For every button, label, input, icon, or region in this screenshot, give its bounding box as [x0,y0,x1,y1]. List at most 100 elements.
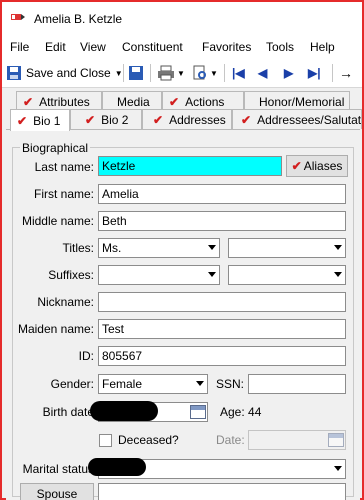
preview-button[interactable]: ▼ [192,62,218,84]
print-button[interactable]: ▼ [157,62,185,84]
spouse-button[interactable]: Spouse [20,483,94,500]
next-record-icon[interactable]: ▶ [284,62,293,84]
suffix2-select[interactable] [228,265,346,285]
arrow-right-icon[interactable]: → [339,62,353,84]
chevron-down-icon[interactable] [196,381,204,386]
menu-help[interactable]: Help [310,40,335,54]
tab-addresses[interactable]: ✔ Addresses [142,109,232,129]
calendar-icon[interactable] [328,433,344,447]
marital-status-label: Marital status [22,462,94,476]
check-icon: ✔ [153,112,164,127]
check-icon: ✔ [169,94,180,109]
maiden-name-field[interactable]: Test [98,319,346,339]
toolbar-separator [123,64,124,82]
toolbar-separator [332,64,333,82]
gender-value: Female [102,377,143,391]
save-and-close-label: Save and Close [26,66,111,80]
tab-media[interactable]: Media [102,91,162,111]
app-icon [11,14,25,20]
gender-label: Gender: [50,377,94,391]
tab-label: Honor/Memorial [259,94,345,109]
middle-name-field[interactable]: Beth [98,211,346,231]
previous-record-icon[interactable]: ◀ [258,62,267,84]
chevron-down-icon[interactable]: ▼ [210,69,218,78]
id-label: ID: [78,349,94,363]
first-name-field[interactable]: Amelia [98,184,346,204]
tab-honor-memorial[interactable]: Honor/Memorial [244,91,350,111]
tab-label: Bio 1 [33,113,61,128]
tab-label: Media [117,94,150,109]
record-window: Amelia B. Ketzle File Edit View Constitu… [0,0,364,500]
save-icon [7,66,21,80]
check-icon: ✔ [241,112,252,127]
date-label: Date: [216,433,245,447]
aliases-label: Aliases [303,159,343,173]
menu-tools[interactable]: Tools [266,40,294,54]
group-title: Biographical [20,141,91,155]
ssn-field[interactable] [248,374,346,394]
title2-select[interactable] [228,238,346,258]
toolbar-separator [224,64,225,82]
spouse-field[interactable] [98,483,346,500]
ssn-label: SSN: [216,377,245,391]
deceased-checkbox[interactable] [99,434,112,447]
titles-label: Titles: [62,241,94,255]
menu-view[interactable]: View [80,40,106,54]
toolbar-separator [150,64,151,82]
menu-edit[interactable]: Edit [45,40,66,54]
menu-constituent[interactable]: Constituent [122,40,183,54]
tab-actions[interactable]: ✔ Actions [162,91,244,111]
tab-label: Bio 2 [101,112,129,127]
print-preview-icon [193,65,206,80]
title1-select[interactable]: Ms. [98,238,220,258]
tab-attributes[interactable]: ✔ Attributes [16,91,102,111]
menu-favorites[interactable]: Favorites [202,40,251,54]
aliases-button[interactable]: ✔ Aliases [286,155,348,177]
chevron-down-icon[interactable] [208,245,216,250]
tab-bio-2[interactable]: ✔ Bio 2 [70,109,142,129]
calendar-icon[interactable] [190,405,206,419]
first-name-label: First name: [33,187,94,201]
chevron-down-icon[interactable] [334,245,342,250]
tab-label: Attributes [39,94,90,109]
check-icon: ✔ [23,94,34,109]
last-name-label: Last name: [34,160,94,174]
maiden-name-label: Maiden name: [17,322,94,336]
printer-icon [158,65,174,81]
chevron-down-icon[interactable]: ▼ [177,69,185,78]
tab-row-1: ✔ Attributes Media ✔ Actions Honor/Memoria… [2,91,362,111]
floppy-icon [129,66,143,80]
nickname-field[interactable] [98,292,346,312]
chevron-down-icon[interactable] [334,272,342,277]
check-icon: ✔ [17,113,28,128]
tab-row-2: ✔ Bio 1 ✔ Bio 2 ✔ Addresses ✔ Addressees/Sal… [2,109,362,131]
middle-name-label: Middle name: [21,214,94,228]
tab-label: Addresses [169,112,226,127]
last-name-field[interactable]: Ketzle [98,156,282,176]
menu-bar: File Edit View Constituent Favorites Too… [2,36,362,58]
redaction [88,458,146,476]
last-record-icon[interactable]: ▶| [308,62,321,84]
chevron-down-icon[interactable]: ▼ [115,69,123,78]
redaction [90,401,158,421]
save-and-close-button[interactable]: Save and Close ▼ [6,62,123,84]
gender-select[interactable]: Female [98,374,208,394]
chevron-down-icon[interactable] [208,272,216,277]
id-field[interactable]: 805567 [98,346,346,366]
nickname-label: Nickname: [37,295,94,309]
suffix1-select[interactable] [98,265,220,285]
spouse-label: Spouse [36,487,78,500]
chevron-down-icon[interactable] [334,466,342,471]
first-record-icon[interactable]: |◀ [232,62,245,84]
title-bar: Amelia B. Ketzle [2,2,362,36]
suffixes-label: Suffixes: [48,268,94,282]
title1-value: Ms. [102,241,122,255]
save-button[interactable] [128,62,144,84]
tab-bio-1[interactable]: ✔ Bio 1 [10,109,70,131]
toolbar: Save and Close ▼ ▼ ▼ |◀ ◀ ▶ ▶| → [2,58,362,88]
tab-addressees-salutations[interactable]: ✔ Addressees/Salutatio [232,109,362,129]
check-icon: ✔ [85,112,96,127]
window-title: Amelia B. Ketzle [34,12,123,26]
tab-label: Addressees/Salutatio [257,112,362,127]
menu-file[interactable]: File [10,40,29,54]
